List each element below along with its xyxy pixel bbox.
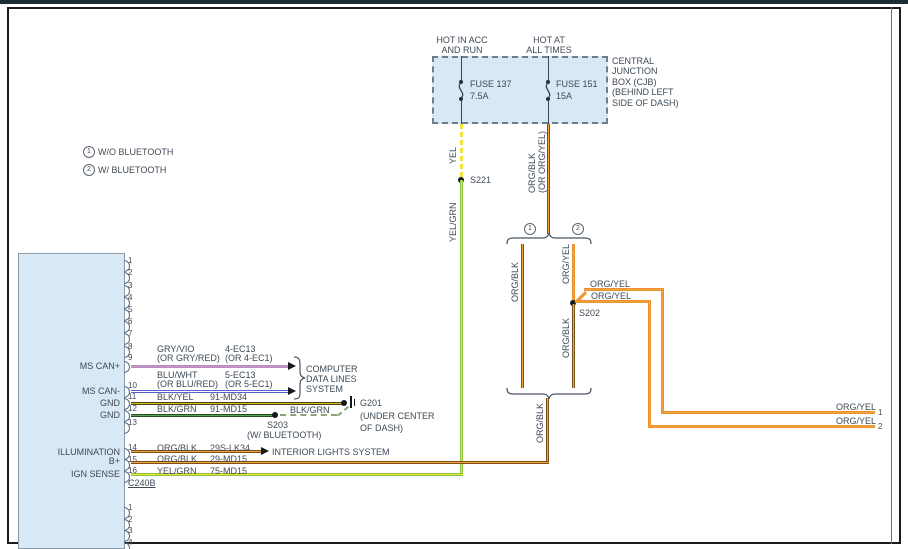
merge-brace [505, 387, 593, 401]
wire-merged-orgblk [546, 398, 549, 464]
diagram-frame-inner-line [891, 7, 892, 544]
pin9-wire-alt-label: (OR GRY/RED) [157, 353, 220, 363]
pin12-circuit-label: 91-MD15 [210, 404, 247, 414]
wire-yelgrn-label: YEL/GRN [448, 202, 458, 242]
ground-g201-bar2 [354, 399, 355, 406]
fuse151-rating: 15A [556, 91, 572, 101]
wire-branch1-label: ORG/BLK [510, 262, 520, 302]
right-out2-pin: 2 [878, 422, 882, 431]
wire-orgblk-main [547, 124, 550, 234]
window-top-band [0, 0, 908, 4]
legend-wo-bluetooth: W/O BLUETOOTH [98, 147, 173, 157]
wiring-diagram: HOT IN ACCAND RUN HOT ATALL TIMES CENTRA… [0, 0, 908, 549]
wire-out1-v [661, 288, 664, 414]
ground-g201-note2: OF DASH) [360, 423, 403, 433]
pin14-circuit-label: 29S-LK34 [210, 443, 250, 453]
splice-s203-label: S203 [267, 420, 288, 430]
fuse137-name: FUSE 137 [470, 79, 512, 89]
pin11-circuit-label: 91-MD34 [210, 392, 247, 402]
pin16-circuit-label: 75-MD15 [210, 466, 247, 476]
right-out1-pin: 1 [878, 408, 882, 417]
right-out1-label: ORG/YEL [836, 402, 876, 412]
pin15-wire-label: ORG/BLK [157, 454, 197, 464]
connector-name: C240B [128, 478, 156, 488]
splice-s202-label: S202 [579, 308, 600, 318]
pin12-wire-label: BLK/GRN [157, 404, 197, 414]
wire-yelgrn-vertical [460, 180, 463, 476]
ground-g201-dot [341, 400, 347, 406]
wire-branch1-orgblk [521, 244, 524, 388]
fuse151-lead-top [548, 56, 549, 82]
signal-ign-sense: IGN SENSE [20, 469, 120, 479]
feed-hot-at-all-times: HOT ATALL TIMES [514, 35, 584, 55]
fuse151-lead-bottom [548, 100, 549, 124]
fuse137-lead-top [461, 56, 462, 82]
wire-branch2-bottom-label: ORG/BLK [561, 318, 571, 358]
fuse137-rating: 7.5A [470, 91, 489, 101]
fuse151-name: FUSE 151 [556, 79, 598, 89]
legend-circle-1: 1 [83, 146, 95, 158]
cjb-label: CENTRALJUNCTION BOX (CJB)(BEHIND LEFT SI… [612, 56, 679, 108]
legend-w-bluetooth: W/ BLUETOOTH [98, 165, 166, 175]
wire-merged-label: ORG/BLK [535, 403, 545, 443]
wire-yel-label: YEL [448, 147, 458, 164]
right-out2-label: ORG/YEL [836, 416, 876, 426]
ground-g201-note1: (UNDER CENTER [360, 411, 435, 421]
pin10-wire-alt-label: (OR BLU/RED) [157, 379, 218, 389]
legend-circle-2: 2 [83, 164, 95, 176]
pin15-circuit-label: 29-MD15 [210, 454, 247, 464]
signal-gnd-2: GND [20, 410, 120, 420]
dest-computer-line3: SYSTEM [306, 384, 343, 394]
signal-ms-can-plus: MS CAN+ [20, 361, 120, 371]
signal-gnd-1: GND [20, 398, 120, 408]
wire-yel [460, 124, 463, 180]
pin14-arrow [261, 447, 269, 455]
splice-s221-label: S221 [470, 175, 491, 185]
wire-branch2-orgblk [572, 304, 575, 388]
wire-orgblk-main-label: ORG/BLK(OR ORG/YEL) [527, 131, 547, 193]
branch-circle-2: 2 [572, 223, 584, 235]
computer-brace [292, 356, 306, 400]
signal-ms-can-minus: MS CAN- [20, 386, 120, 396]
wire-branch2-orgyel [572, 244, 575, 304]
pin16-wire-label: YEL/GRN [157, 466, 197, 476]
dest-computer-line1: COMPUTER [306, 364, 358, 374]
wire-out2-v [648, 300, 651, 428]
wire-pin9-gryvio [131, 365, 288, 368]
pin9-circuit-alt-label: (OR 4-EC1) [225, 353, 273, 363]
branch-circle-1: 1 [524, 223, 536, 235]
signal-b-plus: B+ [20, 456, 120, 466]
wire-out2-label: ORG/YEL [591, 291, 631, 301]
splice-s203 [272, 412, 278, 418]
pin14-wire-label: ORG/BLK [157, 443, 197, 453]
ground-g201-label: G201 [360, 398, 382, 408]
wire-blkgrn-dashed-label: BLK/GRN [290, 405, 330, 415]
wire-pin12-blkgrn [131, 414, 276, 417]
fuse137-lead-bottom [461, 100, 462, 124]
dest-interior-lights: INTERIOR LIGHTS SYSTEM [272, 447, 390, 457]
pin11-wire-label: BLK/YEL [157, 392, 194, 402]
ground-g201-bar1 [350, 396, 352, 408]
wire-out1-label: ORG/YEL [590, 279, 630, 289]
dest-computer-line2: DATA LINES [306, 374, 357, 384]
pin10-circuit-alt-label: (OR 5-EC1) [225, 379, 273, 389]
feed-hot-in-acc: HOT IN ACCAND RUN [427, 35, 497, 55]
splice-s203-note: (W/ BLUETOOTH) [247, 430, 321, 440]
wire-branch2-top-label: ORG/YEL [561, 244, 571, 284]
